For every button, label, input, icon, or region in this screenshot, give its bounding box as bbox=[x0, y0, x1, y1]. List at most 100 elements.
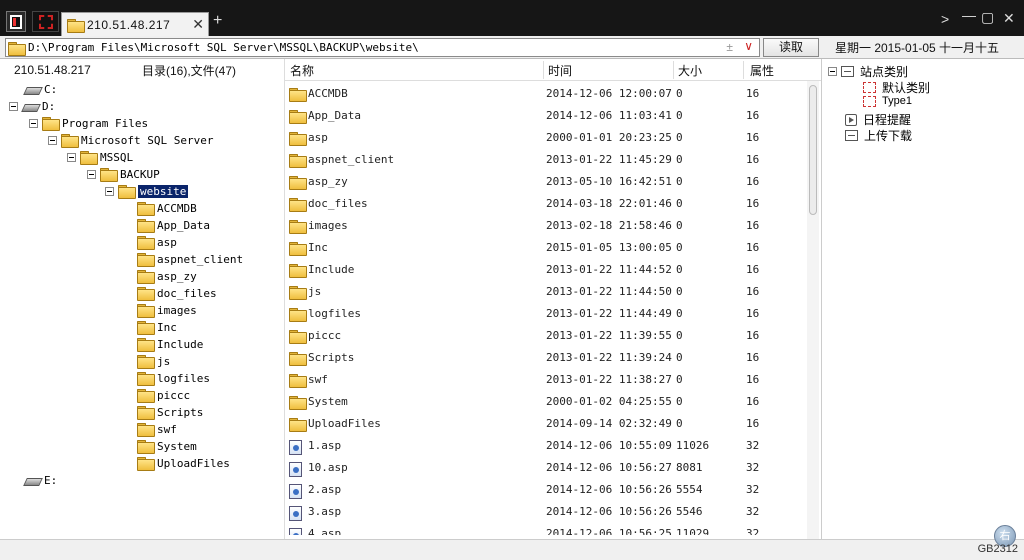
table-row[interactable]: Include 2013-01-22 11:44:52 0 16 bbox=[285, 259, 805, 281]
table-row[interactable]: piccc 2013-01-22 11:39:55 0 16 bbox=[285, 325, 805, 347]
column-divider[interactable] bbox=[743, 61, 744, 79]
chevron-down-icon[interactable]: ∨ bbox=[744, 39, 753, 53]
tree-node-label: doc_files bbox=[157, 286, 217, 300]
table-row[interactable]: UploadFiles 2014-09-14 02:32:49 0 16 bbox=[285, 413, 805, 435]
close-window-button[interactable]: ✕ bbox=[1003, 10, 1015, 27]
table-row[interactable]: Inc 2015-01-05 13:00:05 0 16 bbox=[285, 237, 805, 259]
tab-host[interactable]: 210.51.48.217 ✕ bbox=[61, 12, 209, 36]
tree-subfolder[interactable]: logfiles bbox=[137, 370, 210, 386]
collapse-icon[interactable] bbox=[29, 118, 38, 128]
tree-folder[interactable]: Microsoft SQL Server bbox=[48, 132, 213, 148]
file-name: piccc bbox=[308, 329, 342, 342]
table-row[interactable]: System 2000-01-02 04:25:55 0 16 bbox=[285, 391, 805, 413]
tree-subfolder[interactable]: App_Data bbox=[137, 217, 210, 233]
folder-icon bbox=[137, 372, 155, 386]
file-name: swf bbox=[308, 373, 328, 386]
maximize-button[interactable]: ▢ bbox=[981, 9, 994, 26]
tree-folder[interactable]: Program Files bbox=[29, 115, 148, 131]
column-name[interactable]: 名称 bbox=[290, 62, 314, 79]
column-divider[interactable] bbox=[543, 61, 544, 79]
record-button[interactable] bbox=[32, 11, 59, 32]
tree-subfolder[interactable]: ACCMDB bbox=[137, 200, 197, 216]
tree-drive-c[interactable]: C: bbox=[24, 81, 57, 97]
schedule-node[interactable]: 日程提醒 bbox=[845, 111, 911, 128]
chevron-right-icon[interactable]: > bbox=[941, 11, 949, 27]
table-row[interactable]: App_Data 2014-12-06 11:03:41 0 16 bbox=[285, 105, 805, 127]
table-row[interactable]: logfiles 2013-01-22 11:44:49 0 16 bbox=[285, 303, 805, 325]
table-row[interactable]: images 2013-02-18 21:58:46 0 16 bbox=[285, 215, 805, 237]
file-size: 0 bbox=[676, 87, 683, 100]
tree-subfolder[interactable]: aspnet_client bbox=[137, 251, 243, 267]
table-row[interactable]: asp_zy 2013-05-10 16:42:51 0 16 bbox=[285, 171, 805, 193]
table-row[interactable]: ACCMDB 2014-12-06 12:00:07 0 16 bbox=[285, 83, 805, 105]
default-category-node[interactable]: 默认类别 bbox=[863, 79, 930, 96]
file-name: App_Data bbox=[308, 109, 361, 122]
encoding-label[interactable]: GB2312 bbox=[978, 543, 1018, 555]
app-menu-button[interactable] bbox=[6, 11, 26, 32]
column-size[interactable]: 大小 bbox=[678, 62, 702, 79]
tree-subfolder[interactable]: asp_zy bbox=[137, 268, 197, 284]
table-row[interactable]: 3.asp 2014-12-06 10:56:26 5546 32 bbox=[285, 501, 805, 523]
transfer-node[interactable]: 上传下载 bbox=[845, 127, 912, 144]
table-row[interactable]: asp 2000-01-01 20:23:25 0 16 bbox=[285, 127, 805, 149]
tree-node-label: MSSQL bbox=[100, 150, 134, 164]
file-attr: 16 bbox=[746, 175, 760, 188]
tree-subfolder[interactable]: Scripts bbox=[137, 404, 203, 420]
column-time[interactable]: 时间 bbox=[548, 62, 572, 79]
site-category-node[interactable]: 站点类别 bbox=[828, 63, 908, 80]
collapse-icon[interactable] bbox=[67, 152, 76, 162]
table-row[interactable]: 4.asp 2014-12-06 10:56:25 11029 32 bbox=[285, 523, 805, 535]
file-attr: 16 bbox=[746, 219, 760, 232]
table-row[interactable]: 10.asp 2014-12-06 10:56:27 8081 32 bbox=[285, 457, 805, 479]
tree-drive-e[interactable]: E: bbox=[24, 472, 57, 488]
read-button[interactable]: 读取 bbox=[763, 38, 819, 57]
collapse-icon[interactable] bbox=[87, 169, 96, 179]
table-row[interactable]: js 2013-01-22 11:44:50 0 16 bbox=[285, 281, 805, 303]
table-row[interactable]: doc_files 2014-03-18 22:01:46 0 16 bbox=[285, 193, 805, 215]
file-attr: 32 bbox=[746, 483, 760, 496]
type1-node[interactable]: Type1 bbox=[863, 95, 912, 107]
title-bar: 210.51.48.217 ✕ + > — ▢ ✕ bbox=[0, 0, 1024, 36]
vertical-scrollbar[interactable] bbox=[807, 81, 819, 539]
tree-subfolder[interactable]: asp bbox=[137, 234, 177, 250]
scrollbar-thumb[interactable] bbox=[809, 85, 817, 215]
table-row[interactable]: 1.asp 2014-12-06 10:55:09 11026 32 bbox=[285, 435, 805, 457]
folder-icon bbox=[100, 168, 118, 182]
column-divider[interactable] bbox=[673, 61, 674, 79]
collapse-icon[interactable] bbox=[828, 67, 837, 76]
folder-icon bbox=[289, 286, 307, 300]
file-list: 名称 时间 大小 属性 ACCMDB 2014-12-06 12:00:07 0 16… bbox=[285, 59, 821, 539]
tree-subfolder[interactable]: piccc bbox=[137, 387, 190, 403]
close-tab-icon[interactable]: ✕ bbox=[192, 16, 204, 33]
site-panel: 站点类别 默认类别 Type1 日程提醒 上传下载 bbox=[821, 59, 1024, 539]
tree-subfolder[interactable]: Inc bbox=[137, 319, 177, 335]
folder-icon bbox=[137, 457, 155, 471]
column-attr[interactable]: 属性 bbox=[750, 62, 774, 79]
tree-subfolder[interactable]: System bbox=[137, 438, 197, 454]
tree-drive-d[interactable]: D: bbox=[9, 98, 55, 114]
tree-folder[interactable]: website bbox=[105, 183, 189, 199]
table-row[interactable]: aspnet_client 2013-01-22 11:45:29 0 16 bbox=[285, 149, 805, 171]
bookmark-toggle-icon[interactable]: ± bbox=[726, 40, 733, 54]
table-row[interactable]: Scripts 2013-01-22 11:39:24 0 16 bbox=[285, 347, 805, 369]
tree-folder[interactable]: MSSQL bbox=[67, 149, 133, 165]
folder-icon bbox=[289, 396, 307, 410]
tree-node-label: aspnet_client bbox=[157, 252, 244, 266]
tree-subfolder[interactable]: images bbox=[137, 302, 197, 318]
collapse-icon[interactable] bbox=[48, 135, 57, 145]
tree-folder[interactable]: BACKUP bbox=[87, 166, 160, 182]
table-row[interactable]: 2.asp 2014-12-06 10:56:26 5554 32 bbox=[285, 479, 805, 501]
tree-subfolder[interactable]: doc_files bbox=[137, 285, 217, 301]
new-tab-button[interactable]: + bbox=[213, 12, 222, 30]
address-input[interactable]: D:\Program Files\Microsoft SQL Server\MS… bbox=[5, 38, 760, 57]
tree-subfolder[interactable]: Include bbox=[137, 336, 203, 352]
tree-subfolder[interactable]: swf bbox=[137, 421, 177, 437]
tree-subfolder[interactable]: js bbox=[137, 353, 170, 369]
table-row[interactable]: swf 2013-01-22 11:38:27 0 16 bbox=[285, 369, 805, 391]
tree-subfolder[interactable]: UploadFiles bbox=[137, 455, 230, 471]
collapse-icon[interactable] bbox=[105, 186, 114, 196]
collapse-icon[interactable] bbox=[9, 101, 18, 111]
file-size: 0 bbox=[676, 241, 683, 254]
minimize-button[interactable]: — bbox=[962, 7, 976, 23]
folder-icon bbox=[137, 202, 155, 216]
